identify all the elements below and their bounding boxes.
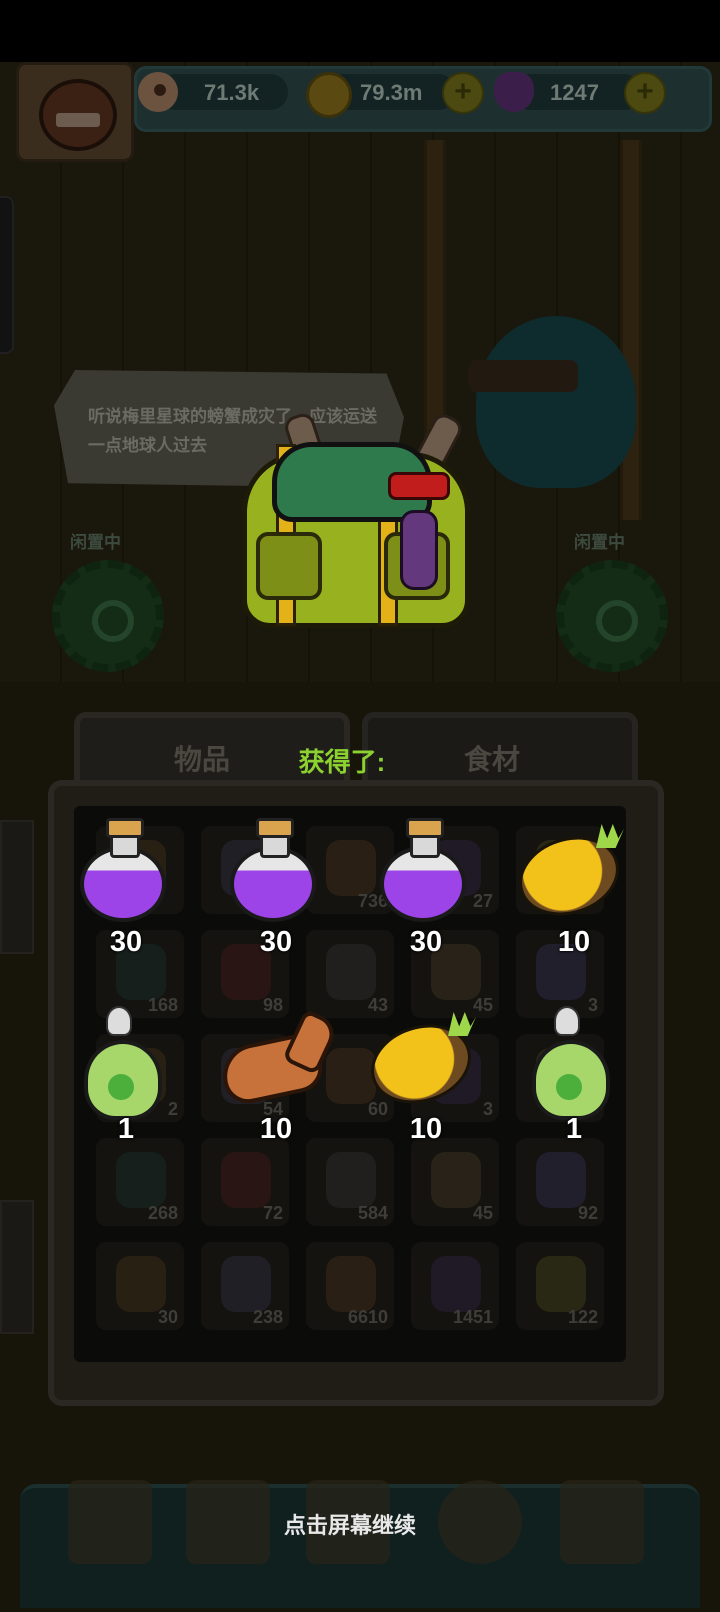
inventory-slot[interactable]: 6610 bbox=[306, 1242, 394, 1330]
slot-count: 45 bbox=[472, 1203, 493, 1223]
inventory-slot[interactable]: 1451 bbox=[411, 1242, 499, 1330]
slot-count: 122 bbox=[567, 1307, 598, 1327]
reward-count: 30 bbox=[259, 926, 293, 958]
reward-item: 1 bbox=[514, 1006, 634, 1157]
purple-potion-icon bbox=[376, 818, 468, 922]
reward-item: 30 bbox=[216, 818, 336, 970]
scroll-rail bbox=[0, 1200, 34, 1334]
game-screen[interactable]: 71.3k 79.3m + 1247 + 听说梅里星球的螃蟹成灾了，应该运送一点… bbox=[0, 0, 720, 1612]
item-icon bbox=[116, 1256, 166, 1312]
slot-count: 72 bbox=[262, 1203, 283, 1223]
tap-to-continue-text[interactable]: 点击屏幕继续 bbox=[0, 1508, 700, 1540]
item-icon bbox=[326, 1152, 376, 1208]
monster-egg-icon bbox=[524, 1006, 610, 1120]
reward-count: 10 bbox=[557, 926, 591, 958]
inventory-slot[interactable]: 122 bbox=[516, 1242, 604, 1330]
slot-count: 92 bbox=[577, 1203, 598, 1223]
reward-count: 1 bbox=[565, 1113, 583, 1145]
item-icon bbox=[116, 1152, 166, 1208]
side-drawer-handle[interactable] bbox=[0, 196, 14, 354]
slot-count: 238 bbox=[252, 1307, 283, 1327]
item-icon bbox=[431, 1152, 481, 1208]
avatar-monster-icon bbox=[39, 79, 117, 151]
potion-icon bbox=[494, 72, 534, 112]
blue-monster-character bbox=[468, 316, 636, 488]
eyeball-icon bbox=[138, 72, 178, 112]
slot-count: 268 bbox=[147, 1203, 178, 1223]
roasted-fish-icon bbox=[216, 1008, 341, 1114]
potion-value: 1247 bbox=[550, 80, 599, 105]
backpack-reward-icon bbox=[232, 410, 472, 628]
inventory-slot[interactable]: 30 bbox=[96, 1242, 184, 1330]
idle-status-right: 闲置中 bbox=[574, 533, 625, 552]
reward-count: 1 bbox=[117, 1113, 135, 1145]
coins-value: 79.3m bbox=[360, 80, 423, 105]
reward-count: 30 bbox=[109, 926, 143, 958]
coins-resource: 79.3m + bbox=[306, 72, 496, 118]
purple-potion-icon bbox=[226, 818, 318, 922]
reward-item: 10 bbox=[216, 1006, 341, 1157]
purple-potion-icon bbox=[76, 818, 168, 922]
item-icon bbox=[221, 1256, 271, 1312]
item-icon bbox=[221, 1152, 271, 1208]
item-icon bbox=[536, 1152, 586, 1208]
gear-slot-icon bbox=[556, 560, 668, 672]
reward-count: 10 bbox=[409, 1113, 443, 1145]
add-potion-button[interactable]: + bbox=[624, 72, 666, 114]
inventory-slot[interactable]: 238 bbox=[201, 1242, 289, 1330]
idle-status-left: 闲置中 bbox=[70, 533, 121, 552]
reward-item: 30 bbox=[366, 818, 486, 970]
monster-egg-icon bbox=[76, 1006, 162, 1120]
slot-count: 30 bbox=[157, 1307, 178, 1327]
reward-title: 获得了: bbox=[298, 747, 386, 777]
scroll-rail bbox=[0, 820, 34, 954]
reward-item: 10 bbox=[360, 1006, 486, 1157]
slot-count: 1451 bbox=[452, 1307, 493, 1327]
coin-icon bbox=[306, 72, 352, 118]
potion-resource: 1247 + bbox=[492, 72, 692, 114]
resource-hud: 71.3k 79.3m + 1247 + bbox=[16, 62, 712, 162]
reward-count: 30 bbox=[409, 926, 443, 958]
reward-item: 30 bbox=[66, 818, 186, 970]
reward-count: 10 bbox=[259, 1113, 293, 1145]
item-icon bbox=[431, 1256, 481, 1312]
status-bar-area bbox=[0, 0, 720, 62]
eyes-value: 71.3k bbox=[204, 80, 260, 105]
player-avatar[interactable] bbox=[16, 62, 134, 162]
reward-item: 1 bbox=[66, 1006, 186, 1157]
wooden-post bbox=[620, 140, 642, 520]
eyes-resource: 71.3k bbox=[138, 72, 298, 112]
pineapple-icon bbox=[508, 824, 630, 928]
pineapple-icon bbox=[360, 1012, 482, 1116]
gear-slot-icon bbox=[52, 560, 164, 672]
add-coins-button[interactable]: + bbox=[442, 72, 484, 114]
slot-count: 6610 bbox=[347, 1307, 388, 1327]
reward-item: 10 bbox=[508, 818, 634, 970]
item-icon bbox=[536, 1256, 586, 1312]
item-icon bbox=[326, 1256, 376, 1312]
slot-count: 584 bbox=[357, 1203, 388, 1223]
